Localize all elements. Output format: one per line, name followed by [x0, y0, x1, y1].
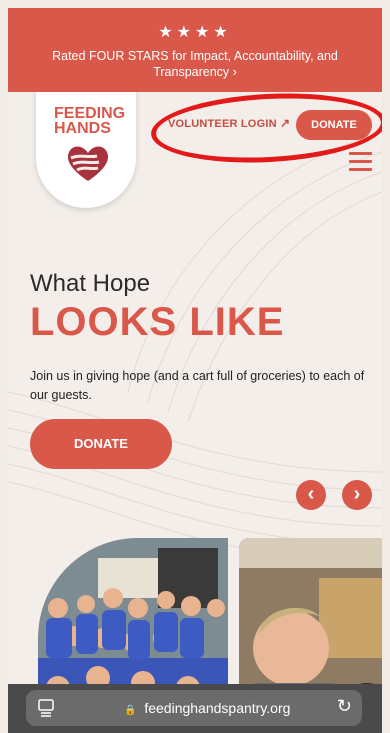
- url-text: feedinghandspantry.org: [144, 700, 291, 716]
- page-content: FEEDING HANDS VOLUNTEER LOGIN ↗ DONATE W…: [8, 92, 382, 733]
- logo-line-2: HANDS: [54, 120, 111, 137]
- carousel-next-button[interactable]: ›: [342, 480, 372, 510]
- rating-banner[interactable]: ★★★★ Rated FOUR STARS for Impact, Accoun…: [8, 8, 382, 92]
- hamburger-menu-icon[interactable]: [349, 152, 372, 176]
- carousel-prev-button[interactable]: ‹: [296, 480, 326, 510]
- address-bar[interactable]: 🔒 feedinghandspantry.org ↻: [26, 690, 362, 726]
- feeding-hands-logo[interactable]: FEEDING HANDS: [36, 92, 136, 208]
- logo-wordmark: FEEDING HANDS: [54, 105, 126, 137]
- hero-title-big: LOOKS LIKE: [30, 300, 285, 344]
- reload-icon[interactable]: ↻: [337, 696, 352, 717]
- rating-banner-text[interactable]: Rated FOUR STARS for Impact, Accountabil…: [8, 48, 382, 80]
- lock-icon: 🔒: [124, 705, 137, 716]
- star-rating-icons: ★★★★: [158, 24, 232, 41]
- heart-hands-icon: [67, 146, 109, 181]
- hero-donate-button[interactable]: DONATE: [30, 419, 172, 469]
- reader-tabs-icon[interactable]: [38, 699, 54, 717]
- browser-bottom-bar: 🔒 feedinghandspantry.org ↻: [8, 684, 382, 733]
- hero-description: Join us in giving hope (and a cart full …: [30, 369, 365, 402]
- logo-line-1: FEEDING: [54, 105, 126, 122]
- hero-title-small: What Hope: [30, 270, 151, 297]
- url-display[interactable]: 🔒 feedinghandspantry.org: [124, 698, 290, 721]
